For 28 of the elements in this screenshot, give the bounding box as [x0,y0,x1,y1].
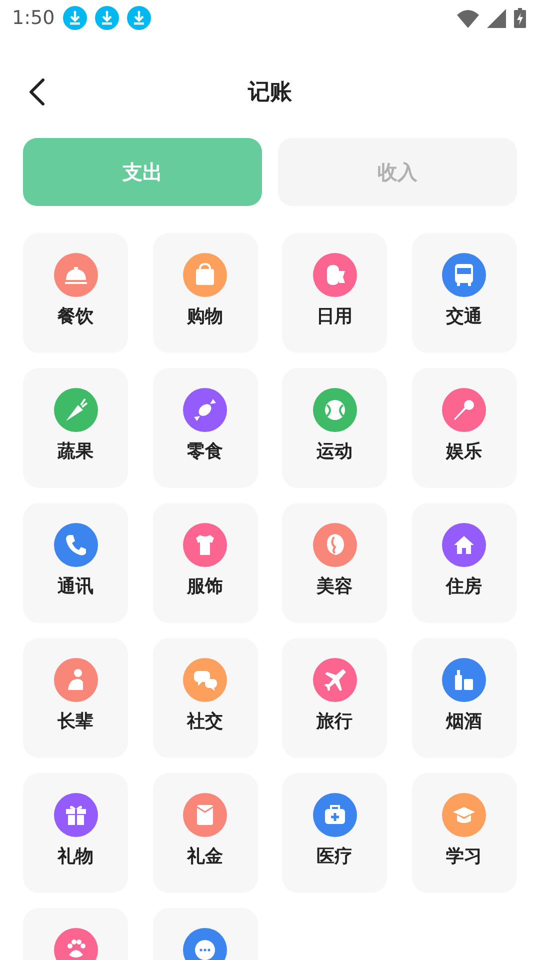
category-button[interactable]: 日用 [282,233,387,353]
download-icon [94,6,119,30]
category-button[interactable]: 通讯 [23,503,128,623]
category-button[interactable]: 礼物 [23,773,128,893]
category-button[interactable]: 购物 [152,233,258,353]
category-button[interactable]: 烟酒 [412,638,516,758]
category-button[interactable]: 运动 [282,368,387,488]
battery-icon [514,8,526,28]
category-button[interactable]: 蔬果 [23,368,128,488]
clock: 1:50 [12,6,55,31]
category-button[interactable]: 餐饮 [23,233,128,353]
page-title: 记账 [248,78,292,106]
category-button[interactable]: 住房 [412,503,516,623]
category-button[interactable]: 交通 [412,233,516,353]
category-button[interactable]: 旅行 [282,638,387,758]
category-button[interactable]: 学习 [412,773,516,893]
category-button[interactable]: 美容 [282,503,387,623]
category-button[interactable]: 长辈 [23,638,128,758]
category-button[interactable]: 礼金 [152,773,258,893]
category-button[interactable]: 服饰 [152,503,258,623]
category-button[interactable]: 社交 [152,638,258,758]
category-button[interactable]: 医疗 [282,773,387,893]
download-icon [62,6,87,30]
wifi-icon [457,8,479,28]
download-icon [126,6,151,30]
signal-icon [487,8,506,28]
category-button[interactable]: 娱乐 [412,368,516,488]
category-button[interactable]: 零食 [152,368,258,488]
